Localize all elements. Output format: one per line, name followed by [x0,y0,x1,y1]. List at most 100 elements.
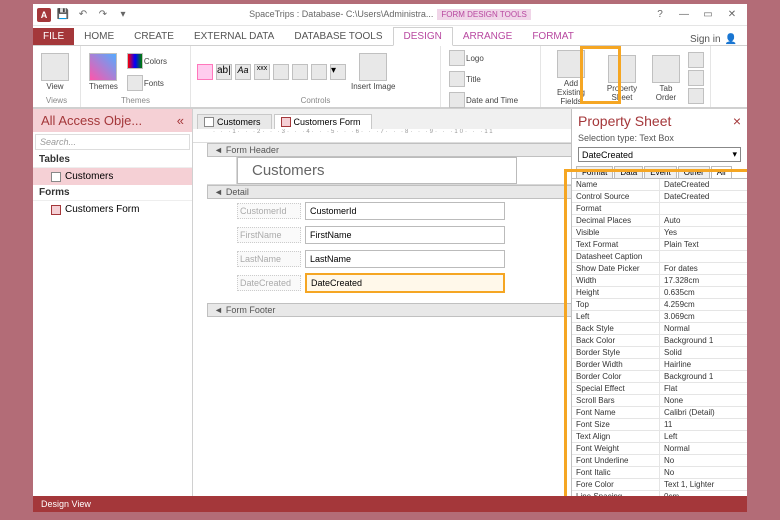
more-controls-icon[interactable]: ▾ [330,64,346,80]
tab-home[interactable]: HOME [74,28,124,45]
label-lastname[interactable]: LastName [237,251,301,267]
property-row[interactable]: Font UnderlineNo [572,455,747,467]
macro-icon[interactable] [688,88,704,104]
property-row[interactable]: Border WidthHairline [572,359,747,371]
property-row[interactable]: Text AlignLeft [572,431,747,443]
hyperlink-control-icon[interactable] [292,64,308,80]
prop-tab-event[interactable]: Event [644,166,676,178]
undo-icon[interactable]: ↶ [75,7,91,23]
form-title-label[interactable]: Customers [237,157,517,184]
property-value[interactable]: DateCreated [660,191,747,202]
property-row[interactable]: Special EffectFlat [572,383,747,395]
property-row[interactable]: Back ColorBackground 1 [572,335,747,347]
property-sheet-close[interactable]: × [733,113,741,129]
property-row[interactable]: Left3.069cm [572,311,747,323]
nav-header[interactable]: All Access Obje...« [33,109,192,132]
property-row[interactable]: Control SourceDateCreated [572,191,747,203]
prop-tab-other[interactable]: Other [678,166,710,178]
sign-in[interactable]: Sign in 👤 [690,34,737,45]
prop-tab-data[interactable]: Data [614,166,643,178]
property-value[interactable]: Normal [660,323,747,334]
property-value[interactable]: No [660,455,747,466]
property-row[interactable]: VisibleYes [572,227,747,239]
property-row[interactable]: Border StyleSolid [572,347,747,359]
property-value[interactable]: 4.259cm [660,299,747,310]
property-row[interactable]: Scroll BarsNone [572,395,747,407]
textbox-customerid[interactable]: CustomerId [305,202,505,220]
save-icon[interactable]: 💾 [55,7,71,23]
property-value[interactable]: No [660,467,747,478]
property-value[interactable]: Solid [660,347,747,358]
fonts-button[interactable]: Fonts [125,73,169,93]
nav-item-customers[interactable]: Customers [33,168,192,185]
button-control-icon[interactable]: xxx [254,64,270,80]
code-icon[interactable] [688,70,704,86]
property-value[interactable]: Hairline [660,359,747,370]
tab-create[interactable]: CREATE [124,28,184,45]
textbox-datecreated[interactable]: DateCreated [305,273,505,293]
property-value[interactable]: Auto [660,215,747,226]
label-datecreated[interactable]: DateCreated [237,275,301,291]
property-row[interactable]: Fore ColorText 1, Lighter [572,479,747,491]
insert-image-button[interactable]: Insert Image [349,51,397,93]
property-row[interactable]: Width17.328cm [572,275,747,287]
date-time-button[interactable]: Date and Time [447,90,520,110]
property-value[interactable]: 0.635cm [660,287,747,298]
tab-format[interactable]: FORMAT [522,28,583,45]
chevron-down-icon[interactable]: « [177,113,184,128]
property-row[interactable]: Border ColorBackground 1 [572,371,747,383]
label-customerid[interactable]: CustomerId [237,203,301,219]
property-value[interactable]: DateCreated [660,179,747,190]
property-value[interactable]: Normal [660,443,747,454]
property-row[interactable]: Font Size11 [572,419,747,431]
logo-button[interactable]: Logo [447,48,486,68]
combo-control-icon[interactable] [311,64,327,80]
colors-button[interactable]: Colors [125,51,169,71]
tab-design[interactable]: DESIGN [393,27,453,46]
property-value[interactable]: 17.328cm [660,275,747,286]
property-value[interactable]: Left [660,431,747,442]
tab-file[interactable]: FILE [33,28,74,45]
nav-item-customers-form[interactable]: Customers Form [33,201,192,218]
property-row[interactable]: Decimal PlacesAuto [572,215,747,227]
property-value[interactable] [660,203,747,214]
property-value[interactable] [660,251,747,262]
property-value[interactable]: Background 1 [660,371,747,382]
property-value[interactable]: For dates [660,263,747,274]
minimize-icon[interactable]: — [673,7,695,23]
prop-tab-format[interactable]: Format [576,166,613,178]
property-row[interactable]: Text FormatPlain Text [572,239,747,251]
property-row[interactable]: Height0.635cm [572,287,747,299]
property-row[interactable]: Font NameCalibri (Detail) [572,407,747,419]
property-value[interactable]: 3.069cm [660,311,747,322]
property-row[interactable]: Back StyleNormal [572,323,747,335]
tab-order-button[interactable]: Tab Order [649,53,683,104]
nav-section-tables[interactable]: Tables [33,152,192,168]
pointer-icon[interactable] [197,64,213,80]
property-row[interactable]: NameDateCreated [572,179,747,191]
prop-tab-all[interactable]: All [711,166,732,178]
property-row[interactable]: Top4.259cm [572,299,747,311]
subform-icon[interactable] [688,52,704,68]
label-control-icon[interactable]: Aa [235,64,251,80]
textbox-control-icon[interactable]: ab| [216,64,232,80]
property-value[interactable]: 11 [660,419,747,430]
tab-database-tools[interactable]: DATABASE TOOLS [284,28,392,45]
property-value[interactable]: Calibri (Detail) [660,407,747,418]
themes-button[interactable]: Themes [87,51,120,93]
property-value[interactable]: Text 1, Lighter [660,479,747,490]
property-row[interactable]: Format [572,203,747,215]
qat-more-icon[interactable]: ▾ [115,7,131,23]
property-value[interactable]: 0cm [660,491,747,496]
close-icon[interactable]: ✕ [721,7,743,23]
doc-tab-customers-form[interactable]: Customers Form [274,114,372,129]
tab-arrange[interactable]: ARRANGE [453,28,522,45]
textbox-firstname[interactable]: FirstName [305,226,505,244]
property-row[interactable]: Font WeightNormal [572,443,747,455]
nav-section-forms[interactable]: Forms [33,185,192,201]
label-firstname[interactable]: FirstName [237,227,301,243]
property-row[interactable]: Datasheet Caption [572,251,747,263]
redo-icon[interactable]: ↷ [95,7,111,23]
view-button[interactable]: View [39,51,71,93]
nav-search-input[interactable]: Search... [35,134,190,150]
